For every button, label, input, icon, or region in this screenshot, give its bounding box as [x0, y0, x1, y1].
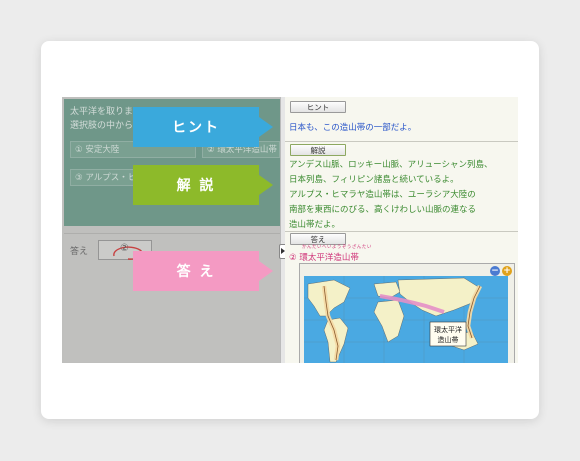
info-pane: ヒント 日本も、この造山帯の一部だよ。 解説 アンデス山脈、ロッキー山脈、アリュ…: [285, 97, 518, 363]
zoom-out-icon[interactable]: −: [490, 266, 500, 276]
explanation-arrow-icon: [259, 175, 273, 195]
explanation-line: アンデス山脈、ロッキー山脈、アリューシャン列島、: [289, 160, 493, 170]
zoom-in-icon[interactable]: +: [502, 266, 512, 276]
map-label-line-2: 造山帯: [438, 335, 459, 344]
explanation-line: アルプス・ヒマラヤ造山帯は、ユーラシア大陸の: [289, 190, 476, 200]
hint-tab: ヒント: [133, 107, 273, 147]
answer-tab: 答 え: [133, 251, 273, 291]
app-screenshot: 太平洋を取りま 選択肢の中から ① 安定大陸 ② 環太平洋造山帯 ③ アルプス・…: [62, 97, 518, 363]
hint-text: 日本も、この造山帯の一部だよ。: [289, 123, 417, 133]
answer-tab-label: 答 え: [176, 264, 216, 280]
world-map: 環太平洋 造山帯: [304, 276, 508, 363]
explanation-line: 南部を東西にのびる、高くけわしい山脈の連なる: [289, 205, 477, 215]
answer-arrow-icon: [259, 261, 273, 281]
explanation-text: アンデス山脈、ロッキー山脈、アリューシャン列島、 日本列島、フィリピン諸島と続い…: [289, 158, 493, 233]
explanation-button[interactable]: 解説: [290, 144, 346, 156]
answer-ruby: かんたいへいようぞうざんたい: [302, 245, 372, 250]
map-label-line-1: 環太平洋: [434, 325, 462, 334]
explanation-tab: 解 説: [133, 165, 273, 205]
hint-button[interactable]: ヒント: [290, 101, 346, 113]
hint-tab-label: ヒント: [172, 120, 220, 136]
map-frame: − + 環太平洋 造山帯: [299, 263, 515, 363]
explanation-line: 日本列島、フィリピン諸島と続いているよ。: [289, 175, 459, 185]
explanation-line: 造山帯だよ。: [289, 220, 341, 230]
answer-text: ② 環太平洋造山帯: [289, 253, 359, 263]
hint-arrow-icon: [259, 117, 273, 137]
explanation-tab-label: 解 説: [176, 178, 216, 194]
